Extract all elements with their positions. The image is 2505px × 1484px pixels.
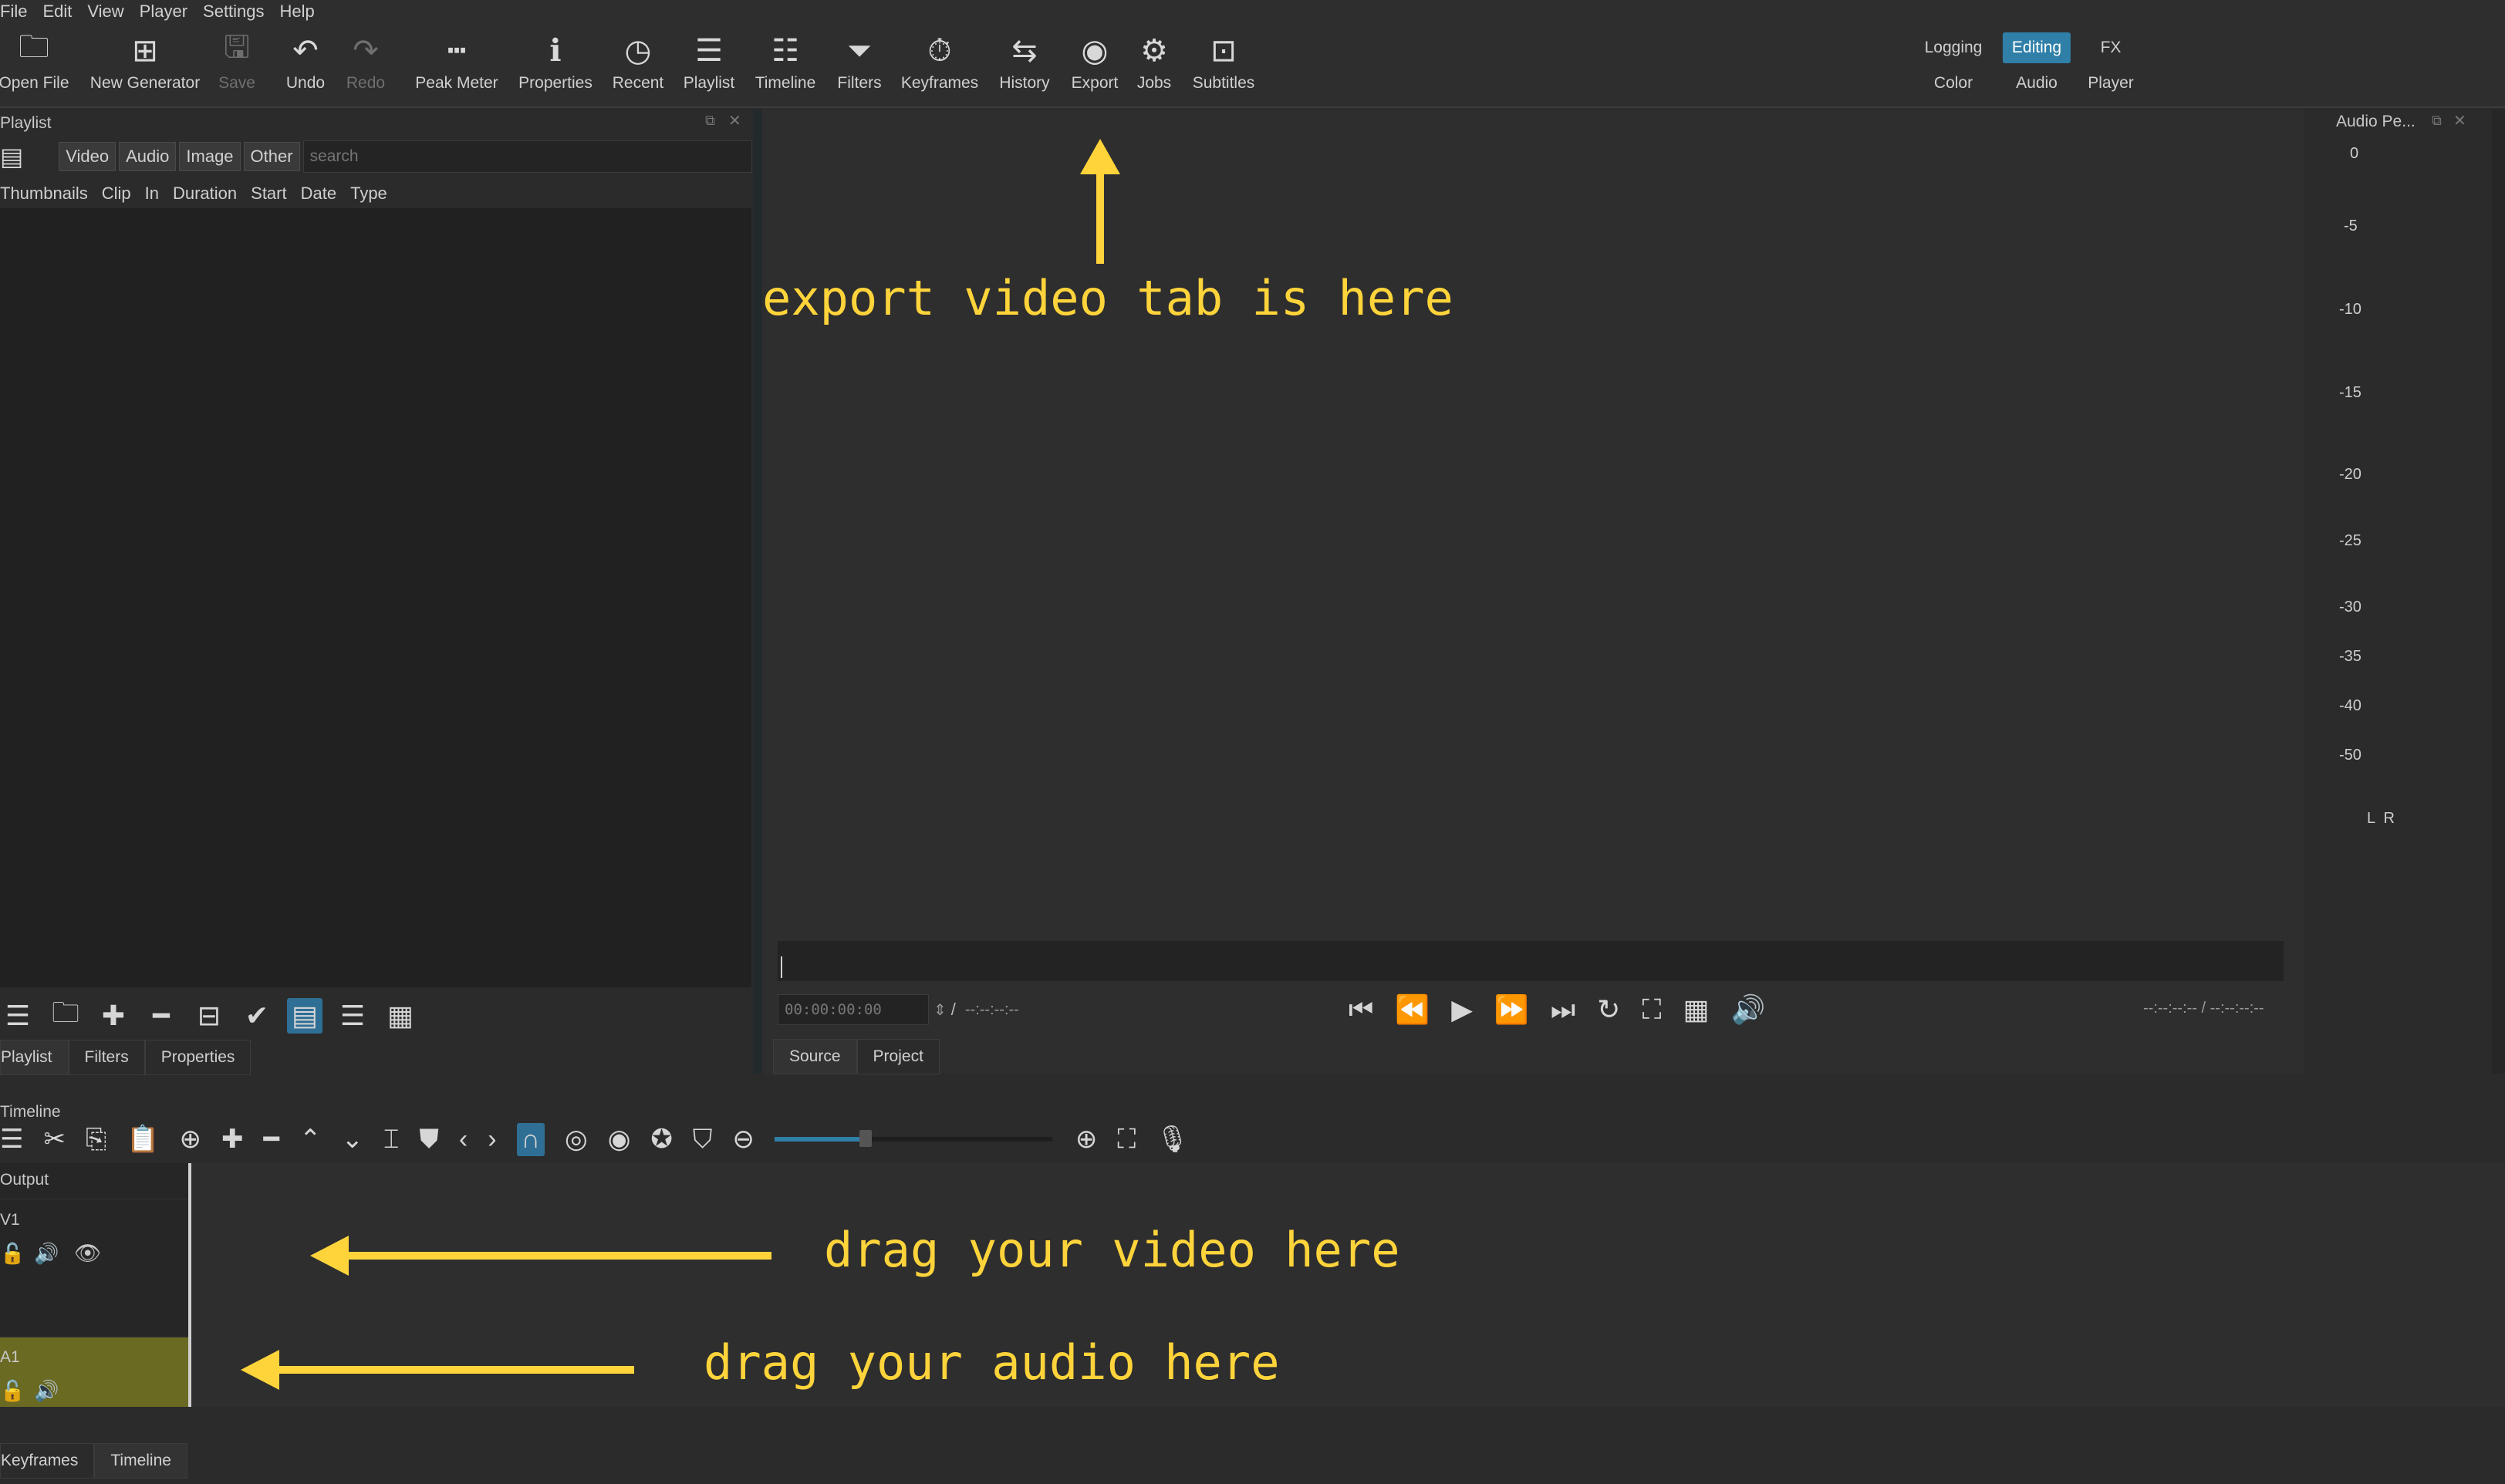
arrow-head-audio xyxy=(241,1350,279,1390)
annotation-export: export video tab is here xyxy=(762,270,1453,326)
arrow-head-up xyxy=(1080,139,1120,174)
annotation-video: drag your video here xyxy=(824,1222,1400,1278)
annotation-audio: drag your audio here xyxy=(704,1334,1280,1391)
arrow-head-video xyxy=(310,1236,349,1276)
